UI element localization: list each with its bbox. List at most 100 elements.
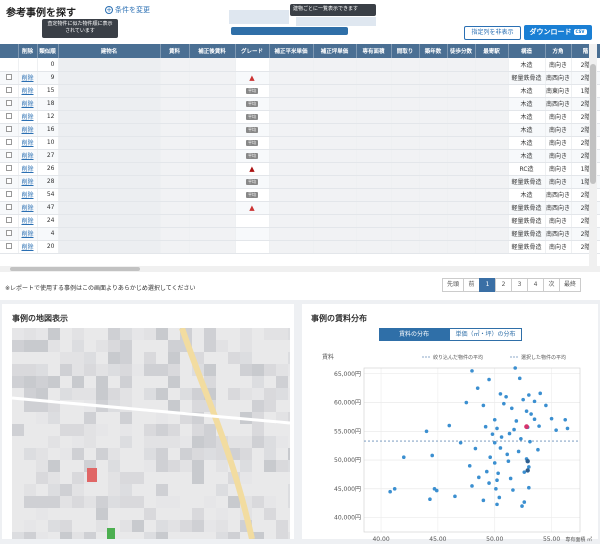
- row-checkbox[interactable]: [0, 240, 19, 254]
- delete-link[interactable]: 削除: [18, 188, 38, 202]
- last-page-button[interactable]: 最終: [559, 278, 581, 292]
- column-header[interactable]: 方角: [545, 44, 572, 58]
- column-header[interactable]: 専有面積: [356, 44, 392, 58]
- view-toggle[interactable]: [231, 27, 348, 35]
- column-header[interactable]: 築年数: [419, 44, 448, 58]
- data-cell: [419, 240, 448, 254]
- delete-link[interactable]: 削除: [18, 214, 38, 228]
- data-cell: [269, 84, 314, 98]
- next-page-button[interactable]: 次: [543, 278, 560, 292]
- direction-cell: 南向き: [545, 175, 572, 189]
- hide-columns-button[interactable]: 指定列を非表示: [464, 26, 521, 40]
- map-panel: 事例の地図表示: [2, 304, 294, 539]
- data-point: [512, 427, 516, 432]
- row-checkbox[interactable]: [0, 58, 19, 72]
- map-view[interactable]: [12, 328, 290, 539]
- delete-link[interactable]: 削除: [18, 240, 38, 254]
- scroll-thumb[interactable]: [590, 64, 596, 184]
- row-checkbox[interactable]: [0, 201, 19, 215]
- sort-tooltip: 査定物件に似た物件順に表示されています: [42, 19, 118, 38]
- tab-rent-distribution[interactable]: 賃料の分布: [379, 328, 449, 341]
- data-cell: [447, 123, 476, 137]
- delete-link[interactable]: 削除: [18, 97, 38, 111]
- map-canvas[interactable]: [12, 328, 290, 539]
- delete-link[interactable]: 削除: [18, 84, 38, 98]
- grade-badge: 平均: [246, 153, 258, 159]
- data-cell: [447, 162, 476, 176]
- vertical-scrollbar[interactable]: [589, 44, 597, 266]
- similarity-rank: 12: [37, 110, 59, 124]
- data-point: [475, 386, 480, 390]
- structure-cell: 木造: [508, 97, 546, 111]
- data-cell: [419, 123, 448, 137]
- data-cell: [313, 58, 357, 72]
- page-title: 参考事例を探す: [6, 8, 76, 19]
- delete-link[interactable]: 削除: [18, 162, 38, 176]
- column-header[interactable]: 削除: [18, 44, 38, 58]
- data-cell: [356, 162, 392, 176]
- data-cell: [313, 227, 357, 241]
- change-conditions-label: 条件を変更: [115, 6, 150, 14]
- column-header[interactable]: 補正坪単価: [313, 44, 357, 58]
- download-button[interactable]: ダウンロード CSV: [524, 25, 592, 40]
- row-checkbox[interactable]: [0, 123, 19, 137]
- row-checkbox[interactable]: [0, 84, 19, 98]
- row-checkbox[interactable]: [0, 162, 19, 176]
- column-header[interactable]: 類似順: [37, 44, 59, 58]
- data-cell: [356, 201, 392, 215]
- data-point: [424, 429, 429, 434]
- grade-cell: 平均: [235, 110, 270, 124]
- building-name-cell: [58, 58, 161, 72]
- y-axis-label: 賃料: [322, 353, 334, 361]
- delete-link[interactable]: 削除: [18, 71, 38, 85]
- page-4-button[interactable]: 4: [527, 278, 544, 292]
- direction-cell: 南向き: [545, 162, 572, 176]
- column-header[interactable]: 賃料: [160, 44, 190, 58]
- rent-cell: [189, 58, 236, 72]
- grade-cell: 平均: [235, 84, 270, 98]
- row-checkbox[interactable]: [0, 71, 19, 85]
- delete-link[interactable]: 削除: [18, 175, 38, 189]
- column-header[interactable]: 構造: [508, 44, 546, 58]
- data-cell: [356, 175, 392, 189]
- prev-page-button[interactable]: 前: [463, 278, 480, 292]
- table-row: 削除 12 平均 木造 南向き 2階: [0, 110, 600, 124]
- column-header[interactable]: 最寄駅: [475, 44, 509, 58]
- map-marker[interactable]: [87, 468, 97, 482]
- delete-link[interactable]: 削除: [18, 110, 38, 124]
- delete-link[interactable]: 削除: [18, 136, 38, 150]
- row-checkbox[interactable]: [0, 136, 19, 150]
- column-header[interactable]: 建物名: [58, 44, 161, 58]
- delete-link[interactable]: 削除: [18, 149, 38, 163]
- tab-unit-price-distribution[interactable]: 単価（㎡・坪）の分布: [449, 328, 522, 341]
- horizontal-scrollbar[interactable]: [0, 266, 600, 272]
- column-header[interactable]: 間取り: [391, 44, 420, 58]
- data-point: [520, 504, 524, 508]
- data-point: [499, 435, 504, 439]
- delete-link[interactable]: 削除: [18, 123, 38, 137]
- row-checkbox[interactable]: [0, 110, 19, 124]
- delete-link[interactable]: 削除: [18, 201, 38, 215]
- page-1-button[interactable]: 1: [479, 278, 496, 292]
- row-checkbox[interactable]: [0, 188, 19, 202]
- column-header[interactable]: 補正後賃料: [189, 44, 236, 58]
- delete-link[interactable]: 削除: [18, 227, 38, 241]
- row-checkbox[interactable]: [0, 97, 19, 111]
- column-header[interactable]: グレード: [235, 44, 270, 58]
- scroll-thumb[interactable]: [10, 267, 140, 271]
- first-page-button[interactable]: 先頭: [442, 278, 464, 292]
- rent-cell: [160, 240, 190, 254]
- page-2-button[interactable]: 2: [495, 278, 512, 292]
- change-conditions-link[interactable]: + 条件を変更: [105, 5, 150, 15]
- data-cell: [447, 201, 476, 215]
- data-point: [565, 426, 570, 431]
- data-cell: [419, 58, 448, 72]
- row-checkbox[interactable]: [0, 214, 19, 228]
- row-checkbox[interactable]: [0, 149, 19, 163]
- row-checkbox[interactable]: [0, 227, 19, 241]
- column-header[interactable]: 補正平米単価: [269, 44, 314, 58]
- column-header[interactable]: 徒歩分数: [447, 44, 476, 58]
- data-cell: [356, 188, 392, 202]
- row-checkbox[interactable]: [0, 175, 19, 189]
- page-3-button[interactable]: 3: [511, 278, 528, 292]
